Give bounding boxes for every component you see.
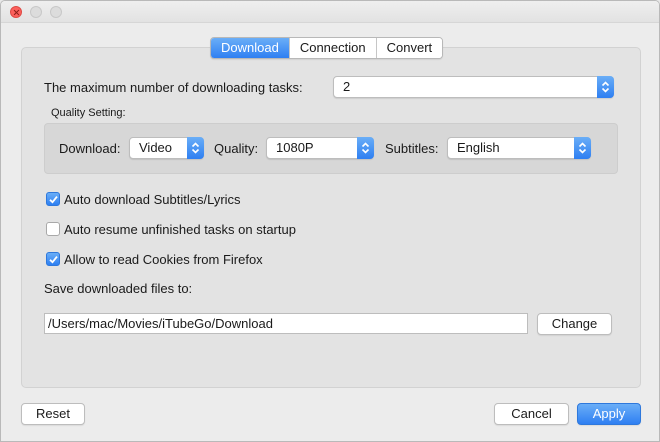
quality-select[interactable]: 1080P [266,137,374,159]
quality-setting-label: Quality Setting: [51,107,126,119]
save-to-label: Save downloaded files to: [44,281,193,296]
max-tasks-value: 2 [343,79,351,94]
reset-button[interactable]: Reset [21,403,85,425]
download-type-value: Video [139,140,173,155]
auto-resume-checkbox[interactable] [46,222,60,236]
zoom-window-button[interactable] [50,6,62,18]
popup-arrows-icon [574,137,591,159]
popup-arrows-icon [187,137,204,159]
auto-download-subtitles-label[interactable]: Auto download Subtitles/Lyrics [64,192,241,207]
save-path-input[interactable] [45,314,527,333]
save-path-field[interactable] [44,313,528,334]
firefox-cookies-checkbox[interactable] [46,252,60,266]
apply-button[interactable]: Apply [577,403,641,425]
cancel-button[interactable]: Cancel [494,403,569,425]
minimize-window-button[interactable] [30,6,42,18]
popup-arrows-icon [597,76,614,98]
change-folder-button[interactable]: Change [537,313,612,335]
max-tasks-label: The maximum number of downloading tasks: [44,80,303,95]
subtitles-label: Subtitles: [385,141,439,156]
auto-download-subtitles-checkbox[interactable] [46,192,60,206]
checkmark-icon [49,196,58,204]
close-window-button[interactable] [10,6,22,18]
download-type-select[interactable]: Video [129,137,204,159]
subtitles-select[interactable]: English [447,137,591,159]
tab-connection[interactable]: Connection [288,38,376,58]
preferences-window: Download Connection Convert The maximum … [0,0,660,442]
preferences-tabs: Download Connection Convert [210,37,444,59]
tab-download[interactable]: Download [211,38,289,58]
auto-resume-label[interactable]: Auto resume unfinished tasks on startup [64,222,296,237]
settings-panel [21,47,641,388]
quality-label: Quality: [214,141,259,156]
subtitles-value: English [457,140,500,155]
firefox-cookies-label[interactable]: Allow to read Cookies from Firefox [64,252,263,267]
quality-value: 1080P [276,140,314,155]
max-tasks-select[interactable]: 2 [333,76,614,98]
popup-arrows-icon [357,137,374,159]
tab-convert[interactable]: Convert [375,38,443,58]
download-type-label: Download: [59,141,121,156]
checkmark-icon [49,256,58,264]
title-bar [1,1,659,23]
